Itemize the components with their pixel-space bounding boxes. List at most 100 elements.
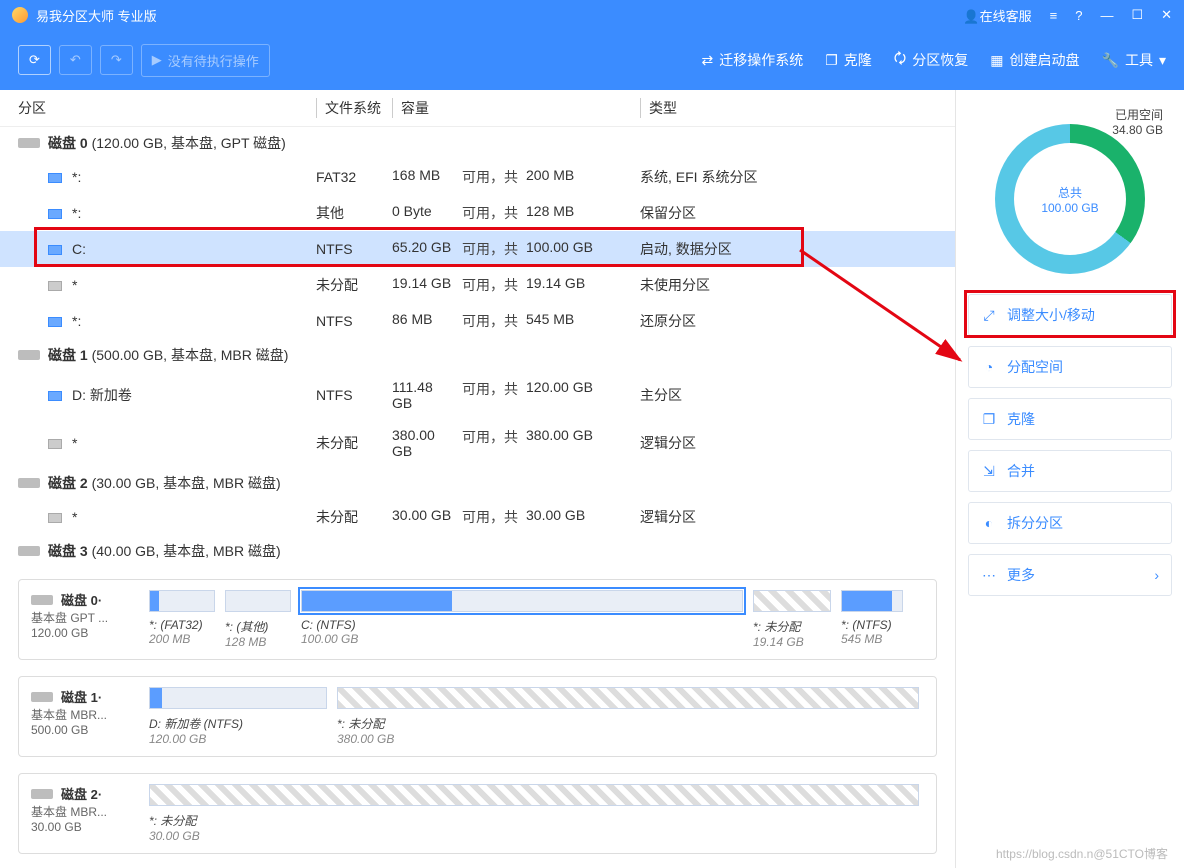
viz-bar [337,687,919,709]
disk-icon [18,478,40,488]
partition-icon [48,209,62,219]
titlebar: 易我分区大师 专业版 👤在线客服 ≡ ? — ☐ ✕ [0,0,1184,30]
action-allocate[interactable]: ◔ 分配空间 [968,346,1172,388]
viz-bar [149,687,327,709]
allocate-icon: ◔ [981,359,997,375]
col-filesystem[interactable]: 文件系统 [316,98,392,118]
app-title: 易我分区大师 专业版 [36,6,963,25]
online-cs-button[interactable]: 👤在线客服 [963,6,1031,25]
col-partition[interactable]: 分区 [18,98,316,118]
resize-icon: ⤢ [981,307,997,323]
action-resize-label: 调整大小/移动 [1007,305,1095,325]
viz-partition[interactable]: C: (NTFS)100.00 GB [301,590,743,646]
create-boot-button[interactable]: ▦创建启动盘 [990,50,1079,70]
viz-partition[interactable]: D: 新加卷 (NTFS)120.00 GB [149,687,327,746]
gauge-center-label: 总共 [1041,184,1098,201]
partition-icon [48,439,62,449]
partition-row[interactable]: *: 其他 0 Byte可用，共128 MB 保留分区 [0,195,955,231]
partition-row[interactable]: * 未分配 19.14 GB可用，共19.14 GB 未使用分区 [0,267,955,303]
migrate-icon: ⇄ [702,52,714,69]
partition-row[interactable]: *: NTFS 86 MB可用，共545 MB 还原分区 [0,303,955,339]
action-clone-label: 克隆 [1007,409,1035,429]
partition-row[interactable]: * 未分配 30.00 GB可用，共30.00 GB 逻辑分区 [0,499,955,535]
viz-partition[interactable]: *: (其他)128 MB [225,590,291,649]
partition-icon [48,317,62,327]
partition-row[interactable]: * 未分配 380.00 GB可用，共380.00 GB 逻辑分区 [0,419,955,467]
action-split-label: 拆分分区 [1007,513,1063,533]
viz-bar [225,590,291,612]
gauge-used-label: 已用空间 [1112,106,1163,123]
maximize-button[interactable]: ☐ [1131,7,1143,23]
split-icon: ◐ [981,515,997,531]
gauge-used-value: 34.80 GB [1112,123,1163,137]
action-more[interactable]: ⋯ 更多 › [968,554,1172,596]
redo-button[interactable]: ↷ [100,45,133,75]
merge-icon: ⇲ [981,463,997,479]
help-icon[interactable]: ? [1075,8,1082,23]
clone-action-icon: ❐ [981,411,997,427]
partition-icon [48,245,62,255]
watermark: https://blog.csdn.n@51CTO博客 [996,845,1168,862]
partition-icon [48,173,62,183]
viz-partition[interactable]: *: 未分配380.00 GB [337,687,919,746]
col-capacity[interactable]: 容量 [392,98,640,118]
disk-viz-card: 磁盘 2·基本盘 MBR...30.00 GB*: 未分配30.00 GB [18,773,937,854]
disk-icon [18,350,40,360]
action-more-label: 更多 [1007,565,1035,585]
viz-bar [753,590,831,612]
partition-row[interactable]: *: FAT32 168 MB可用，共200 MB 系统, EFI 系统分区 [0,159,955,195]
action-clone[interactable]: ❐ 克隆 [968,398,1172,440]
disk-row[interactable]: 磁盘 0 (120.00 GB, 基本盘, GPT 磁盘) [0,127,955,159]
col-type[interactable]: 类型 [640,98,937,118]
disk-row[interactable]: 磁盘 3 (40.00 GB, 基本盘, MBR 磁盘) [0,535,955,567]
action-allocate-label: 分配空间 [1007,357,1063,377]
action-split[interactable]: ◐ 拆分分区 [968,502,1172,544]
action-resize[interactable]: ⤢ 调整大小/移动 [968,294,1172,336]
pending-ops-label: 没有待执行操作 [168,51,259,70]
viz-bar [149,784,919,806]
content-area: 分区 文件系统 容量 类型 磁盘 0 (120.00 GB, 基本盘, GPT … [0,90,956,868]
minimize-button[interactable]: — [1100,8,1113,23]
refresh-button[interactable]: ⟳ [18,45,51,75]
table-header: 分区 文件系统 容量 类型 [0,90,955,127]
migrate-os-label: 迁移操作系统 [719,50,803,70]
partition-recover-label: 分区恢复 [912,50,968,70]
partition-recover-button[interactable]: 🗘分区恢复 [894,48,969,72]
viz-partition[interactable]: *: (NTFS)545 MB [841,590,903,646]
viz-bar [841,590,903,612]
usage-gauge: 已用空间34.80 GB 总共100.00 GB [985,106,1155,276]
boot-icon: ▦ [990,52,1003,69]
viz-partition[interactable]: *: (FAT32)200 MB [149,590,215,646]
toolbar: ⟳ ↶ ↷ ▶ 没有待执行操作 ⇄ 迁移操作系统 ❐克隆 🗘分区恢复 ▦创建启动盘… [0,30,1184,90]
undo-button[interactable]: ↶ [59,45,92,75]
tools-button[interactable]: 🔧工具 ▾ [1102,50,1166,70]
action-merge[interactable]: ⇲合并 [968,450,1172,492]
disk-icon [18,546,40,556]
partition-row[interactable]: C: NTFS 65.20 GB可用，共100.00 GB 启动, 数据分区 [0,231,955,267]
disk-icon [31,692,53,702]
disk-row[interactable]: 磁盘 2 (30.00 GB, 基本盘, MBR 磁盘) [0,467,955,499]
partition-icon [48,513,62,523]
disk-row[interactable]: 磁盘 1 (500.00 GB, 基本盘, MBR 磁盘) [0,339,955,371]
disk-viz-card: 磁盘 1·基本盘 MBR...500.00 GBD: 新加卷 (NTFS)120… [18,676,937,757]
viz-bar [149,590,215,612]
pending-ops-button[interactable]: ▶ 没有待执行操作 [141,44,270,77]
close-button[interactable]: ✕ [1161,7,1172,23]
viz-partition[interactable]: *: 未分配30.00 GB [149,784,919,843]
online-cs-label: 在线客服 [980,9,1032,24]
gauge-center-value: 100.00 GB [1041,201,1098,215]
chevron-right-icon: › [1154,567,1159,583]
disk-icon [18,138,40,148]
viz-partition[interactable]: *: 未分配19.14 GB [753,590,831,649]
partition-icon [48,281,62,291]
side-panel: 已用空间34.80 GB 总共100.00 GB ⤢调整大小/移动 ◔分配空间 … [956,90,1184,868]
more-icon: ⋯ [981,567,997,583]
disk-viz-card: 磁盘 0·基本盘 GPT ...120.00 GB*: (FAT32)200 M… [18,579,937,660]
app-logo-icon [12,7,28,23]
tools-icon: 🔧 [1102,52,1119,69]
clone-button[interactable]: ❐克隆 [825,50,872,70]
clone-label: 克隆 [844,50,872,70]
partition-row[interactable]: D: 新加卷 NTFS 111.48 GB可用，共120.00 GB 主分区 [0,371,955,419]
migrate-os-button[interactable]: ⇄ 迁移操作系统 [702,50,804,70]
list-icon[interactable]: ≡ [1050,8,1058,23]
